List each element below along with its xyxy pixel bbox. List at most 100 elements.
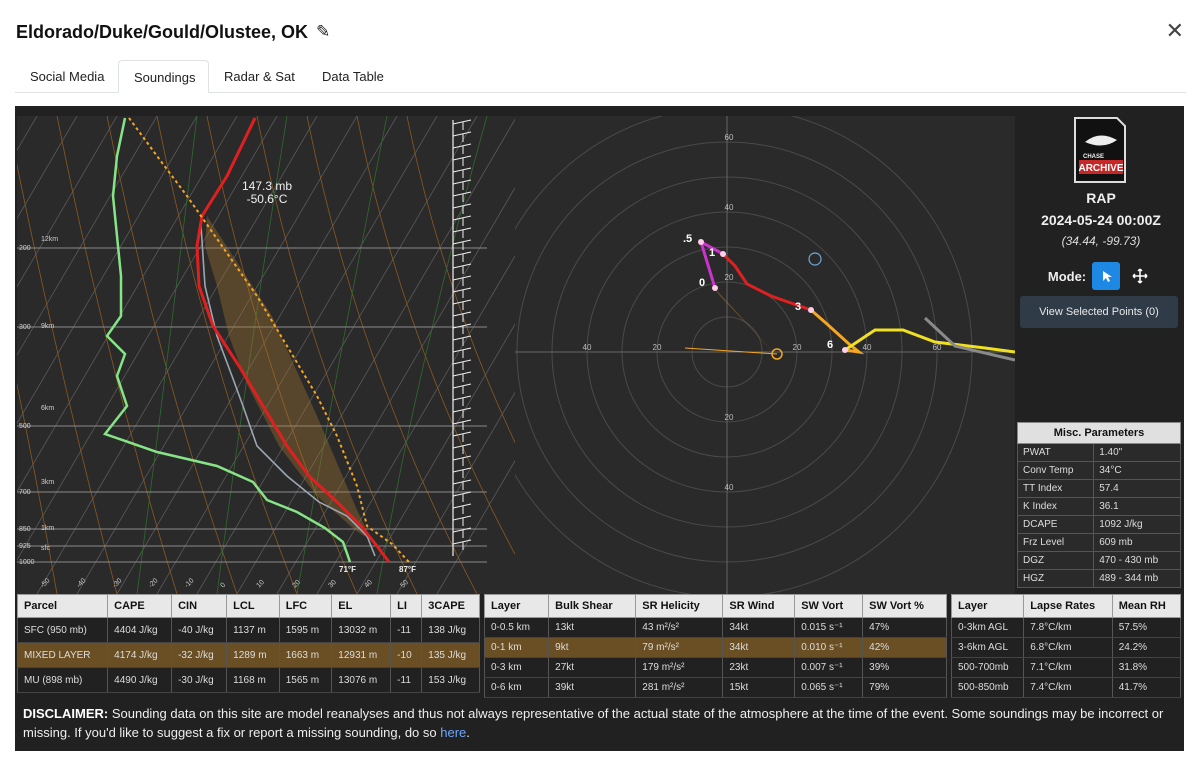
lapse-rate-table: Layer Lapse Rates Mean RH 0-3km AGL 7.8°C/k…	[950, 594, 1182, 698]
hodograph[interactable]: 60 40 20 20 40 60 40 20 20 40 .5 1 0 3 6	[515, 116, 1015, 594]
svg-text:60: 60	[725, 133, 734, 142]
chase-archive-logo: CHASE ARCHIVE	[1073, 116, 1127, 184]
wind-barb	[452, 395, 472, 401]
table-row: Conv Temp 34°C	[1016, 461, 1181, 480]
skewt-diagram[interactable]: 147.3 mb -50.6°C 200 300 500 700 850 925…	[17, 116, 515, 594]
svg-text:6km: 6km	[41, 405, 54, 412]
tab-bar: Social Media Soundings Radar & Sat Data …	[15, 60, 1186, 93]
tab-radar-sat[interactable]: Radar & Sat	[209, 60, 310, 92]
hodograph-axes	[515, 116, 1015, 594]
wind-barb	[452, 239, 472, 245]
close-icon[interactable]: ✕	[1166, 20, 1184, 42]
mode-row: Mode:	[1018, 262, 1184, 290]
svg-text:20: 20	[725, 413, 734, 422]
wind-barb	[452, 503, 472, 509]
table-row: DCAPE 1092 J/kg	[1016, 515, 1181, 534]
wind-barb	[452, 215, 472, 221]
view-selected-points-button[interactable]: View Selected Points (0)	[1020, 296, 1178, 328]
wind-barb	[452, 443, 472, 449]
svg-text:-20: -20	[147, 577, 159, 589]
svg-text:12km: 12km	[41, 236, 58, 243]
wind-barb	[452, 431, 472, 437]
tab-soundings[interactable]: Soundings	[118, 60, 209, 93]
svg-text:40: 40	[583, 343, 592, 352]
svg-text:1000: 1000	[19, 559, 35, 566]
svg-text:200: 200	[19, 245, 31, 252]
svg-text:500: 500	[19, 423, 31, 430]
mode-label: Mode:	[1047, 268, 1087, 284]
table-row[interactable]: MU (898 mb) 4490 J/kg -30 J/kg 1168 m 1565 m…	[16, 667, 480, 693]
wind-barb	[452, 299, 472, 305]
wind-barb	[452, 275, 472, 281]
wind-barb	[452, 515, 472, 521]
svg-text:20: 20	[725, 273, 734, 282]
move-icon[interactable]	[1126, 262, 1154, 290]
tab-social-media[interactable]: Social Media	[15, 60, 119, 92]
svg-text:20: 20	[291, 579, 302, 590]
svg-text:-10: -10	[183, 577, 195, 589]
hodograph-svg[interactable]: 60 40 20 20 40 60 40 20 20 40 .5 1 0 3 6	[515, 116, 1015, 594]
model-name: RAP	[1086, 190, 1116, 206]
moist-adiabats	[136, 116, 488, 594]
tab-data-table[interactable]: Data Table	[307, 60, 399, 92]
svg-text:40: 40	[725, 203, 734, 212]
wind-barb	[452, 383, 472, 389]
table-row: 500-850mb 7.4°C/km 41.7%	[950, 677, 1182, 698]
svg-text:10: 10	[255, 579, 266, 590]
shear-table: Layer Bulk Shear SR Helicity SR Wind SW Vo…	[483, 594, 947, 698]
disclaimer-end: .	[466, 725, 470, 740]
table-row: HGZ 489 - 344 mb	[1016, 569, 1181, 588]
sounding-datetime: 2024-05-24 00:00Z	[1041, 212, 1161, 228]
svg-text:-50: -50	[39, 577, 51, 589]
svg-text:6: 6	[827, 339, 833, 351]
table-row: 500-700mb 7.1°C/km 31.8%	[950, 657, 1182, 678]
svg-text:CHASE: CHASE	[1083, 154, 1104, 160]
table-row: TT Index 57.4	[1016, 479, 1181, 498]
svg-text:300: 300	[19, 324, 31, 331]
wind-barb	[452, 359, 472, 365]
wind-barb	[452, 227, 472, 233]
disclaimer-text: Sounding data on this site are model rea…	[23, 706, 1164, 740]
cursor-pressure: 147.3 mb	[242, 179, 292, 193]
table-row-selected[interactable]: 0-1 km 9kt 79 m²/s² 34kt 0.010 s⁻¹ 42%	[483, 637, 947, 658]
svg-text:850: 850	[19, 526, 31, 533]
modal-title: Eldorado/Duke/Gould/Olustee, OK	[16, 21, 309, 42]
wind-barb	[452, 191, 472, 197]
wind-barb	[452, 167, 472, 173]
sfc-dewpoint-label: 71°F	[339, 565, 356, 574]
wind-barb	[452, 143, 472, 149]
svg-text:30: 30	[327, 579, 338, 590]
pointer-icon[interactable]	[1092, 262, 1121, 290]
svg-text:20: 20	[653, 343, 662, 352]
parcel-table: Parcel CAPE CIN LCL LFC EL LI 3CAPE SFC (950…	[16, 594, 480, 693]
sounding-coords: (34.44, -99.73)	[1061, 234, 1141, 248]
svg-text:3: 3	[795, 301, 801, 313]
disclaimer: DISCLAIMER: Sounding data on this site a…	[23, 704, 1173, 742]
wind-barb	[452, 131, 472, 137]
dewpoint-trace	[102, 117, 352, 563]
table-row-selected[interactable]: MIXED LAYER 4174 J/kg -32 J/kg 1289 m 1663 m…	[16, 642, 480, 668]
storm-motion-vector	[684, 347, 778, 355]
disclaimer-link[interactable]: here	[440, 725, 466, 740]
svg-text:0: 0	[219, 582, 227, 590]
skewt-svg[interactable]: 147.3 mb -50.6°C 200 300 500 700 850 925…	[17, 116, 515, 594]
table-row[interactable]: 0-0.5 km 13kt 43 m²/s² 34kt 0.015 s⁻¹ 47%	[483, 617, 947, 638]
clock-icon[interactable]	[808, 252, 822, 266]
wind-barb	[452, 467, 472, 473]
svg-text:9km: 9km	[41, 323, 54, 330]
hodograph-rings	[515, 116, 973, 594]
svg-text:.5: .5	[683, 233, 692, 245]
pencil-icon[interactable]: ✎	[316, 22, 330, 42]
table-row: 0-3km AGL 7.8°C/km 57.5%	[950, 617, 1182, 638]
svg-text:ARCHIVE: ARCHIVE	[1078, 163, 1123, 174]
title-row: Eldorado/Duke/Gould/Olustee, OK ✎	[16, 18, 330, 46]
table-row: DGZ 470 - 430 mb	[1016, 551, 1181, 570]
table-row[interactable]: 0-3 km 27kt 179 m²/s² 23kt 0.007 s⁻¹ 39%	[483, 657, 947, 678]
table-row[interactable]: 0-6 km 39kt 281 m²/s² 15kt 0.065 s⁻¹ 79%	[483, 677, 947, 698]
table-row[interactable]: SFC (950 mb) 4404 J/kg -40 J/kg 1137 m 1595 …	[16, 617, 480, 643]
hodograph-ring-labels: 60 40 20 20 40 60 40 20 20 40	[583, 133, 942, 492]
wind-barb	[452, 407, 472, 413]
wind-barb	[452, 335, 472, 341]
svg-text:3km: 3km	[41, 479, 54, 486]
table-row: 3-6km AGL 6.8°C/km 24.2%	[950, 637, 1182, 658]
